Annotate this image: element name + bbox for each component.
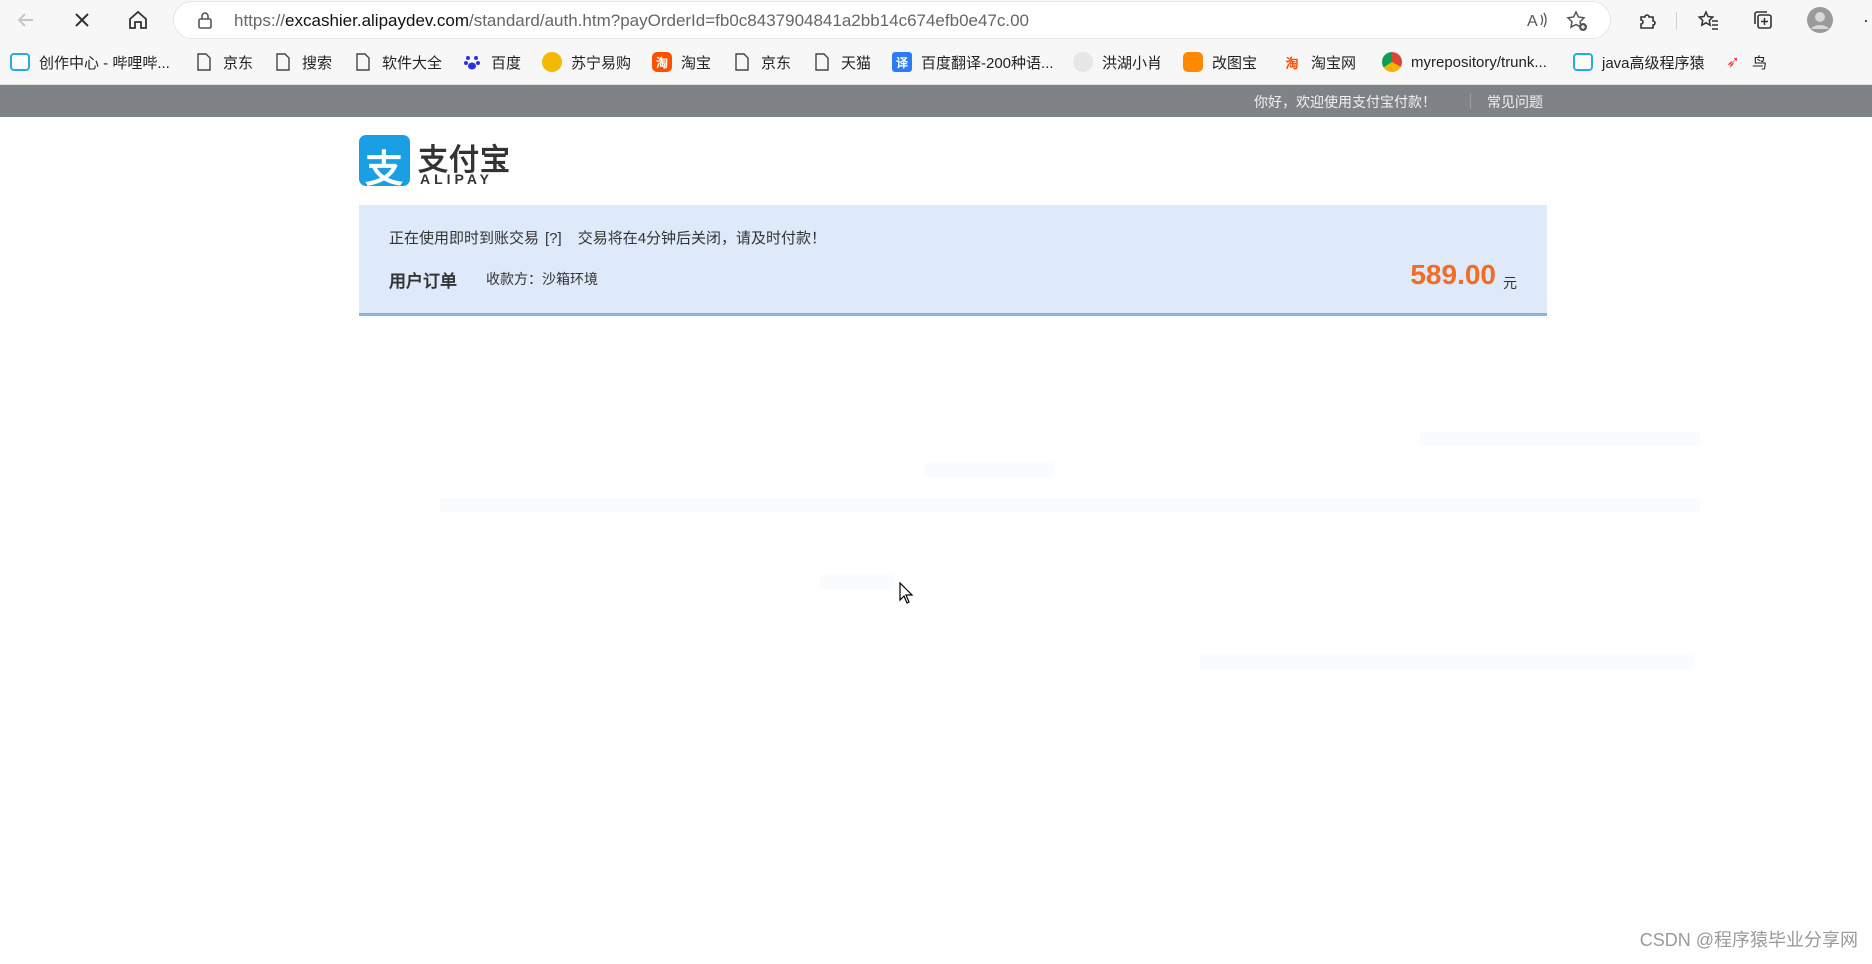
bookmark-label: java高级程序猿 bbox=[1602, 54, 1705, 72]
more-button[interactable]: · bbox=[1850, 4, 1872, 36]
baidu-icon bbox=[462, 52, 482, 72]
page-icon bbox=[353, 52, 373, 72]
add-favorite-icon[interactable] bbox=[1566, 10, 1588, 37]
read-aloud-icon[interactable]: A bbox=[1526, 10, 1548, 35]
bookmark-label: 苏宁易购 bbox=[571, 54, 632, 72]
taobao-icon: 淘 bbox=[1285, 55, 1299, 71]
collections-button[interactable] bbox=[1747, 4, 1779, 36]
lock-icon bbox=[196, 10, 214, 35]
timeout-warning: 交易将在4分钟后关闭，请及时付款！ bbox=[577, 230, 827, 247]
bookmark-label: 创作中心 - 哔哩哔... bbox=[39, 54, 170, 72]
stop-loading-button[interactable] bbox=[66, 4, 98, 36]
bookmark-item[interactable]: 苏宁易购 bbox=[542, 51, 631, 73]
page-icon bbox=[812, 52, 832, 72]
url-text[interactable]: https://excashier.alipaydev.com/standard… bbox=[234, 11, 1029, 31]
bookmark-label: myrepository/trunk... bbox=[1411, 53, 1547, 71]
bilibili-icon bbox=[10, 53, 30, 71]
svg-text:A: A bbox=[1527, 13, 1538, 30]
bookmark-label: 改图宝 bbox=[1212, 54, 1258, 72]
gaitubao-icon bbox=[1183, 52, 1203, 72]
home-button[interactable] bbox=[122, 4, 154, 36]
bookmark-label: 京东 bbox=[223, 54, 254, 72]
home-icon bbox=[129, 10, 147, 29]
suning-icon bbox=[542, 52, 562, 72]
page-icon bbox=[194, 52, 214, 72]
alipay-top-strip: 你好，欢迎使用支付宝付款！ 常见问题 bbox=[0, 85, 1872, 117]
bookmark-item[interactable]: 搜索 bbox=[273, 51, 332, 73]
currency-unit: 元 bbox=[1503, 275, 1517, 291]
bird-red-icon: ➶ bbox=[1726, 54, 1740, 71]
faq-link[interactable]: 常见问题 bbox=[1487, 92, 1543, 112]
logo-mark: 支 bbox=[365, 149, 404, 191]
bookmark-item[interactable]: 京东 bbox=[194, 51, 253, 73]
order-summary-panel: 正在使用即时到账交易 [?] 交易将在4分钟后关闭，请及时付款！ 用户订单 收款方：… bbox=[359, 205, 1547, 316]
collections-icon bbox=[1754, 11, 1772, 29]
bookmark-label: 天猫 bbox=[841, 54, 872, 72]
bookmarks-bar: 创作中心 - 哔哩哔... 京东 搜索 软件大全 百度 苏宁易购 淘淘宝 京东 … bbox=[0, 40, 1872, 85]
favorites-star-icon bbox=[1697, 10, 1718, 30]
bookmark-item[interactable]: 天猫 bbox=[812, 51, 871, 73]
translate-icon: 译 bbox=[892, 52, 912, 72]
bookmark-item[interactable]: ➶ 鸟 bbox=[1723, 51, 1767, 73]
bookmark-label: 淘宝 bbox=[681, 54, 712, 72]
taobao-icon: 淘 bbox=[652, 52, 672, 72]
bookmark-item[interactable]: 改图宝 bbox=[1183, 51, 1257, 73]
strip-divider bbox=[1470, 93, 1471, 109]
payee-text: 收款方：沙箱环境 bbox=[486, 271, 598, 287]
bookmark-label: 软件大全 bbox=[382, 54, 443, 72]
order-amount: 589.00 bbox=[1410, 259, 1496, 290]
mouse-cursor-icon bbox=[899, 582, 913, 604]
bookmark-item[interactable]: 洪湖小肖 bbox=[1073, 51, 1162, 73]
transaction-notice: 正在使用即时到账交易 [?] 交易将在4分钟后关闭，请及时付款！ bbox=[389, 227, 826, 248]
csdn-watermark: CSDN @程序猿毕业分享网 bbox=[1639, 930, 1858, 950]
bookmark-item[interactable]: 京东 bbox=[732, 51, 791, 73]
bookmark-label: 百度 bbox=[491, 54, 522, 72]
favorites-button[interactable] bbox=[1692, 4, 1724, 36]
back-button[interactable] bbox=[10, 4, 42, 36]
url-host: excashier.alipaydev.com bbox=[285, 11, 469, 30]
loading-placeholder bbox=[440, 498, 1700, 512]
transaction-type-text: 正在使用即时到账交易 bbox=[389, 230, 540, 247]
bookmark-item[interactable]: 百度 bbox=[462, 51, 521, 73]
bookmark-label: 百度翻译-200种语... bbox=[921, 54, 1054, 72]
chrome-icon bbox=[1382, 52, 1402, 72]
bookmark-item[interactable]: 创作中心 - 哔哩哔... bbox=[10, 51, 170, 73]
profile-button[interactable] bbox=[1804, 4, 1836, 36]
order-title: 用户订单 bbox=[389, 272, 457, 291]
page-icon bbox=[273, 52, 293, 72]
bird-icon bbox=[1073, 52, 1093, 72]
bookmark-item[interactable]: 淘淘宝网 bbox=[1282, 51, 1356, 73]
address-bar[interactable]: https://excashier.alipaydev.com/standard… bbox=[174, 2, 1610, 38]
puzzle-icon bbox=[1640, 14, 1656, 29]
arrow-left-icon bbox=[17, 13, 33, 27]
bookmark-item[interactable]: 译百度翻译-200种语... bbox=[892, 51, 1054, 73]
url-prefix: https:// bbox=[234, 11, 286, 30]
url-path: /standard/auth.htm?payOrderId=fb0c843790… bbox=[468, 11, 1030, 30]
alipay-logo-icon: 支 bbox=[359, 135, 410, 191]
page-icon bbox=[732, 52, 752, 72]
bilibili-icon bbox=[1573, 53, 1593, 71]
loading-placeholder bbox=[1200, 655, 1695, 669]
bookmark-label: 鸟 bbox=[1752, 54, 1768, 72]
help-link[interactable]: [?] bbox=[545, 230, 562, 247]
avatar-icon bbox=[1807, 7, 1833, 33]
close-icon bbox=[75, 13, 89, 27]
extensions-button[interactable] bbox=[1632, 4, 1664, 36]
loading-placeholder bbox=[1420, 432, 1700, 446]
bookmark-label: 淘宝网 bbox=[1311, 54, 1357, 72]
bookmark-item[interactable]: myrepository/trunk... bbox=[1382, 51, 1547, 73]
loading-placeholder bbox=[820, 575, 895, 589]
bookmark-label: 京东 bbox=[761, 54, 792, 72]
loading-placeholder bbox=[925, 463, 1055, 477]
browser-toolbar: https://excashier.alipaydev.com/standard… bbox=[0, 0, 1872, 40]
more-icon: · bbox=[1863, 9, 1869, 30]
bookmark-item[interactable]: 软件大全 bbox=[353, 51, 442, 73]
welcome-text: 你好，欢迎使用支付宝付款！ bbox=[1254, 94, 1436, 110]
logo-english-name: ALIPAY bbox=[420, 171, 494, 187]
bookmark-item[interactable]: java高级程序猿 bbox=[1573, 51, 1705, 73]
bookmark-item[interactable]: 淘淘宝 bbox=[652, 51, 711, 73]
toolbar-divider bbox=[1676, 12, 1677, 30]
bookmark-label: 搜索 bbox=[302, 54, 333, 72]
bookmark-label: 洪湖小肖 bbox=[1102, 54, 1163, 72]
